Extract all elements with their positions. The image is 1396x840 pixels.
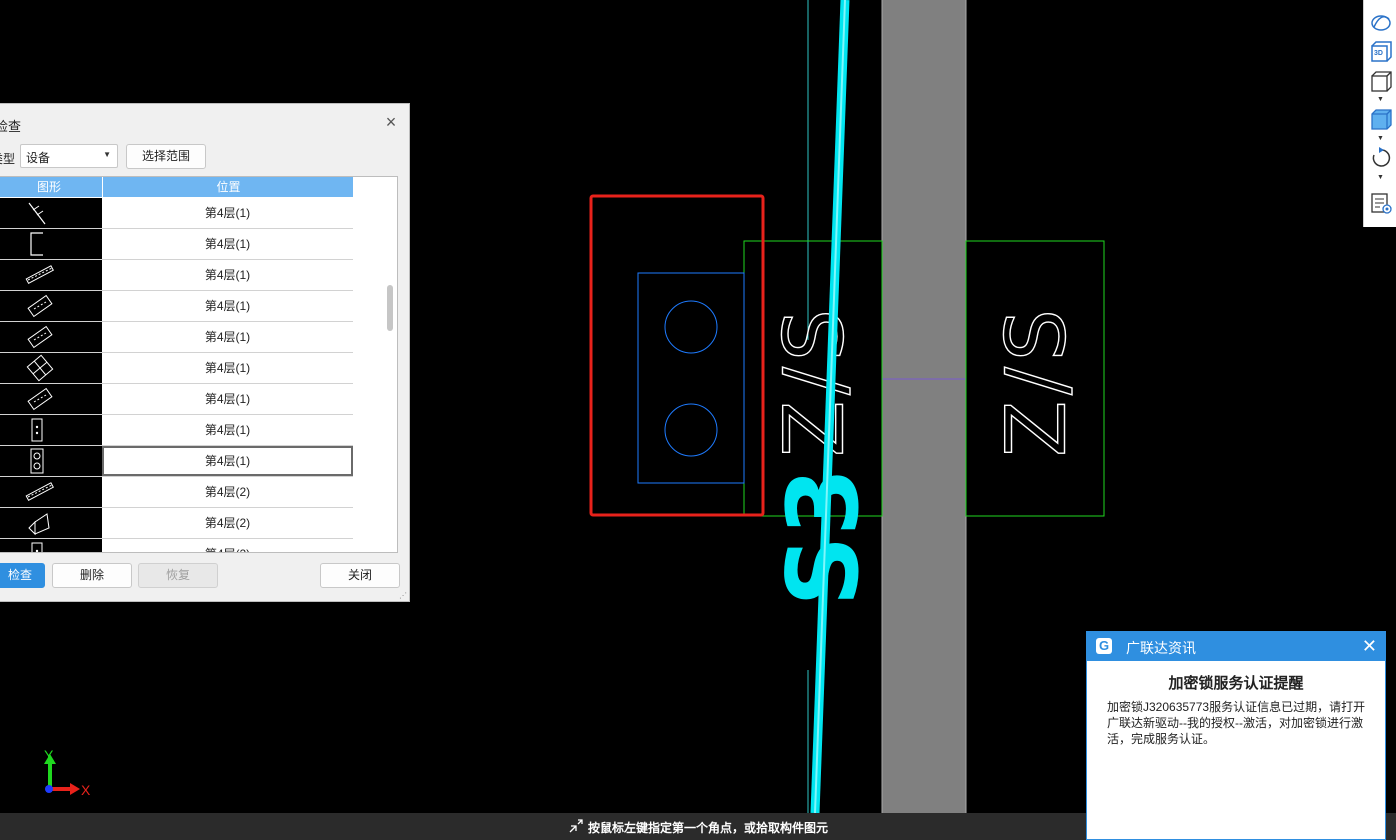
zs-label-right: Z/S xyxy=(990,303,1085,457)
device-panel[interactable] xyxy=(637,272,745,484)
table-row[interactable]: 第4层(1) xyxy=(0,415,353,446)
type-select-value: 设备 xyxy=(26,151,51,165)
row-position: 第4层(1) xyxy=(204,237,251,251)
wall-column[interactable] xyxy=(882,0,966,813)
column-header-shape: 图形 xyxy=(36,180,61,194)
pick-cursor-icon xyxy=(569,819,583,833)
rotate-dropdown-arrow-icon[interactable]: ▼ xyxy=(1377,174,1384,181)
row-position: 第4层(1) xyxy=(204,361,251,375)
table-row[interactable]: 第4层(1) xyxy=(0,291,353,322)
type-select[interactable]: 设备 ▼ xyxy=(20,144,118,168)
row-position: 第4层(2) xyxy=(204,516,251,530)
device-socket-bottom xyxy=(664,403,718,457)
view-toolbar: 3D ▼ ▼ ▼ xyxy=(1363,0,1396,227)
chevron-down-icon: ▼ xyxy=(103,150,111,159)
glodon-logo-icon: G xyxy=(1096,638,1112,654)
row-position: 第4层(1) xyxy=(102,446,353,476)
table-scrollbar[interactable] xyxy=(387,285,393,331)
row-position: 第4层(1) xyxy=(204,206,251,220)
bracket-icon xyxy=(0,229,102,259)
close-icon[interactable]: ✕ xyxy=(1362,636,1377,657)
small-panel-icon xyxy=(0,415,102,445)
chain-device-icon xyxy=(0,260,102,290)
check-button[interactable]: 检查 xyxy=(0,563,45,588)
close-button[interactable]: 关闭 xyxy=(320,563,400,588)
row-position: 第4层(1) xyxy=(204,392,251,406)
resize-grip-icon[interactable]: ⋰ xyxy=(399,591,407,600)
dialog-close-icon[interactable]: × xyxy=(383,113,399,131)
delete-button[interactable]: 删除 xyxy=(52,563,132,588)
rotated-device-icon xyxy=(0,322,102,352)
row-position: 第4层(1) xyxy=(204,330,251,344)
rotated-device-icon xyxy=(0,291,102,321)
row-position: 第4层(2) xyxy=(102,539,353,552)
row-position: 第4层(1) xyxy=(204,423,251,437)
table-row[interactable]: 第4层(2) xyxy=(0,539,353,552)
notification-heading: 加密锁服务认证提醒 xyxy=(1168,675,1304,692)
row-position: 第4层(1) xyxy=(204,268,251,282)
type-label: 类型 xyxy=(0,152,16,166)
table-row[interactable]: 第4层(1) xyxy=(0,198,353,229)
notification-popup[interactable]: G 广联达资讯 ✕ 加密锁服务认证提醒 加密锁J320635773服务认证信息已… xyxy=(1086,631,1386,840)
axis-y-label: Y xyxy=(44,747,54,763)
device-socket-top xyxy=(664,300,718,354)
shaded-cube-icon[interactable] xyxy=(1369,108,1393,132)
chain-device-icon xyxy=(0,477,102,507)
check-dialog[interactable]: 检查 × 类型 设备 ▼ 选择范围 图形 位置 第4层(1) 第4层(1) xyxy=(0,103,410,602)
diagonal-pipe-icon xyxy=(0,198,102,228)
status-prompt: 按鼠标左键指定第一个角点，或拾取构件图元 xyxy=(588,821,829,835)
table-row[interactable]: 第4层(2) xyxy=(0,508,353,539)
notification-header: G 广联达资讯 ✕ xyxy=(1087,632,1385,661)
notification-body: 加密锁J320635773服务认证信息已过期，请打开广联达新驱动--我的授权--… xyxy=(1107,700,1366,746)
zs-label-left: Z/S xyxy=(768,303,863,457)
dialog-title: 检查 xyxy=(0,119,22,134)
properties-view-icon[interactable] xyxy=(1369,191,1393,215)
select-range-button[interactable]: 选择范围 xyxy=(126,144,206,169)
table-row[interactable]: 第4层(1) xyxy=(0,260,353,291)
double-circle-panel-icon xyxy=(0,446,102,476)
notification-title: 广联达资讯 xyxy=(1126,640,1196,656)
axis-x-label: X xyxy=(81,782,91,798)
table-row[interactable]: 第4层(1) xyxy=(0,229,353,260)
table-row[interactable]: 第4层(1) xyxy=(0,353,353,384)
column-header-position: 位置 xyxy=(102,177,354,197)
table-row[interactable]: 第4层(1) xyxy=(0,384,353,415)
cube-view-icon[interactable] xyxy=(1369,70,1393,94)
dynamic-observe-icon[interactable] xyxy=(1369,10,1393,34)
3d-label: 3D xyxy=(1374,50,1383,57)
view-dropdown-arrow-icon[interactable]: ▼ xyxy=(1377,96,1384,103)
shade-dropdown-arrow-icon[interactable]: ▼ xyxy=(1377,135,1384,142)
result-table[interactable]: 图形 位置 第4层(1) 第4层(1) 第4层(1) 第4层(1) 第4层(1)… xyxy=(0,176,398,553)
row-position: 第4层(1) xyxy=(204,299,251,313)
rotate-icon[interactable] xyxy=(1369,146,1393,170)
table-row[interactable]: 第4层(2) xyxy=(0,477,353,508)
3d-view-icon[interactable]: 3D xyxy=(1369,40,1393,64)
row-position: 第4层(2) xyxy=(204,485,251,499)
restore-button[interactable]: 恢复 xyxy=(138,563,218,588)
small-panel-icon xyxy=(0,539,102,552)
table-row[interactable]: 第4层(1) xyxy=(0,322,353,353)
cross-box-icon xyxy=(0,353,102,383)
selection-highlight xyxy=(589,194,765,517)
axis-indicator: Y X xyxy=(44,747,91,798)
speaker-icon xyxy=(0,508,102,538)
table-header: 图形 位置 xyxy=(0,177,353,197)
rotated-device-icon xyxy=(0,384,102,414)
table-row-selected[interactable]: 第4层(1) xyxy=(0,446,353,477)
